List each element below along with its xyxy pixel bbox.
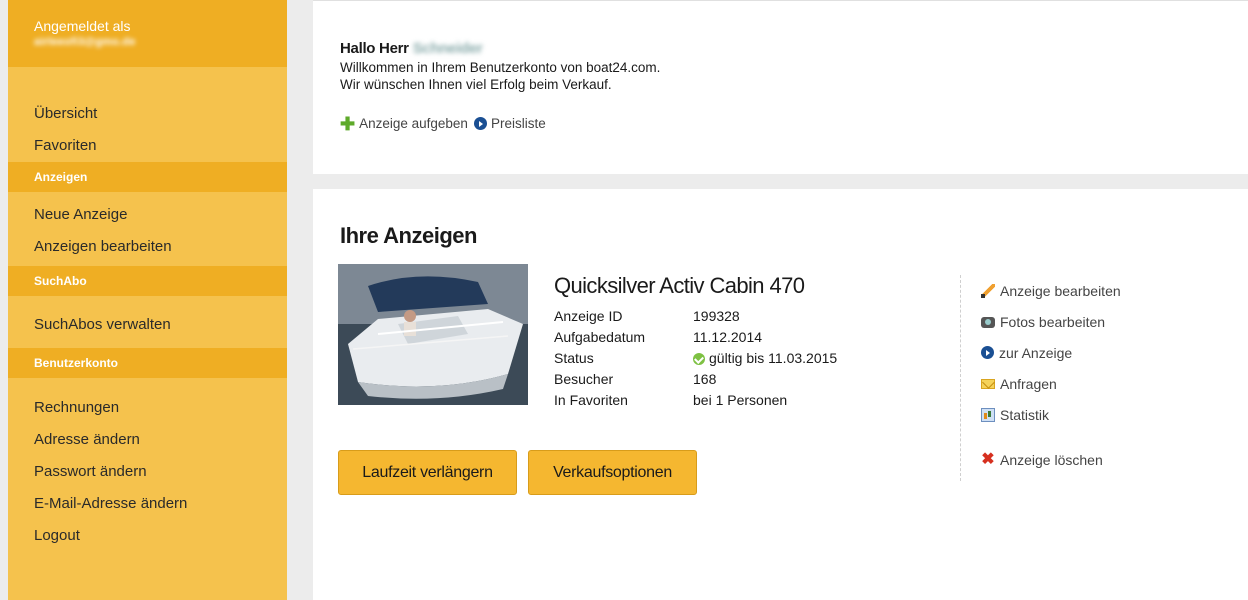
arrow-circle-icon <box>981 346 994 359</box>
greeting: Hallo Herr Schneider <box>340 40 483 57</box>
detail-value: bei 1 Personen <box>693 392 788 408</box>
detail-label: Anzeige ID <box>554 308 623 324</box>
delete-ad-action[interactable]: ✖ Anzeige löschen <box>981 444 1210 475</box>
new-ad-link-label: Anzeige aufgeben <box>359 116 468 131</box>
pricelist-link[interactable]: Preisliste <box>473 116 546 131</box>
detail-row: Aufgabedatum 11.12.2014 <box>554 327 837 348</box>
detail-value: 199328 <box>693 308 740 324</box>
sidebar-item-overview[interactable]: Übersicht <box>8 98 287 130</box>
detail-label: Status <box>554 350 594 366</box>
sidebar-item-manage-search[interactable]: SuchAbos verwalten <box>8 309 287 341</box>
logged-in-label: Angemeldet als <box>34 18 131 34</box>
user-email: airleeofi3@gmo.de <box>34 36 136 48</box>
envelope-icon <box>981 378 995 389</box>
quick-links: ✚ Anzeige aufgeben Preisliste <box>340 113 546 134</box>
pricelist-link-label: Preisliste <box>490 116 546 131</box>
sidebar-item-change-address[interactable]: Adresse ändern <box>8 424 287 456</box>
detail-row: In Favoriten bei 1 Personen <box>554 390 837 411</box>
action-spacer <box>981 430 1210 444</box>
detail-row: Status gültig bis 11.03.2015 <box>554 348 837 369</box>
sidebar-item-favorites[interactable]: Favoriten <box>8 130 287 162</box>
sidebar-section-ads: Anzeigen <box>8 162 287 192</box>
sidebar-section-search: SuchAbo <box>8 266 287 296</box>
sidebar-item-edit-ads[interactable]: Anzeigen bearbeiten <box>8 231 287 263</box>
edit-ad-label: Anzeige bearbeiten <box>1000 282 1121 299</box>
ads-panel: Ihre Anzeigen Quicksilver Activ Cabin 47… <box>313 189 1248 600</box>
requests-action[interactable]: Anfragen <box>981 368 1210 399</box>
sidebar-ads-group: Neue Anzeige Anzeigen bearbeiten <box>8 192 287 266</box>
sidebar-item-logout[interactable]: Logout <box>8 520 287 552</box>
boat-photo[interactable] <box>338 264 528 405</box>
requests-label: Anfragen <box>1000 375 1057 392</box>
welcome-panel: Hallo Herr Schneider Willkommen in Ihrem … <box>313 0 1248 174</box>
listing-details: Anzeige ID 199328 Aufgabedatum 11.12.201… <box>554 306 837 411</box>
welcome-line-2: Wir wünschen Ihnen viel Erfolg beim Verk… <box>340 77 612 92</box>
greeting-text: Hallo Herr <box>340 40 409 57</box>
detail-label: Aufgabedatum <box>554 329 646 345</box>
sidebar-item-invoices[interactable]: Rechnungen <box>8 392 287 424</box>
edit-photos-action[interactable]: Fotos bearbeiten <box>981 306 1210 337</box>
statistics-icon <box>981 407 995 422</box>
sale-options-button[interactable]: Verkaufsoptionen <box>528 450 697 495</box>
new-ad-link[interactable]: ✚ Anzeige aufgeben <box>340 113 468 134</box>
detail-label: Besucher <box>554 371 614 387</box>
detail-value-status: gültig bis 11.03.2015 <box>693 348 837 369</box>
listing-title[interactable]: Quicksilver Activ Cabin 470 <box>554 273 805 299</box>
sidebar-item-new-ad[interactable]: Neue Anzeige <box>8 199 287 231</box>
sidebar-main-group: Übersicht Favoriten <box>8 67 287 162</box>
sidebar-section-account: Benutzerkonto <box>8 348 287 378</box>
account-info: Angemeldet als airleeofi3@gmo.de <box>8 0 287 67</box>
detail-label: In Favoriten <box>554 392 628 408</box>
view-ad-action[interactable]: zur Anzeige <box>981 337 1210 368</box>
edit-photos-label: Fotos bearbeiten <box>1000 313 1106 330</box>
plus-icon: ✚ <box>340 113 356 134</box>
boat-image <box>338 264 528 405</box>
statistics-label: Statistik <box>1000 406 1050 423</box>
status-text: gültig bis 11.03.2015 <box>709 350 838 366</box>
welcome-line-1: Willkommen in Ihrem Benutzerkonto von bo… <box>340 60 661 75</box>
sidebar-item-change-password[interactable]: Passwort ändern <box>8 456 287 488</box>
user-name: Schneider <box>412 40 483 57</box>
camera-icon <box>981 317 995 328</box>
detail-value: 11.12.2014 <box>693 329 763 345</box>
sidebar-account-group: Rechnungen Adresse ändern Passwort änder… <box>8 378 287 555</box>
extend-runtime-button[interactable]: Laufzeit verlängern <box>338 450 517 495</box>
edit-ad-action[interactable]: Anzeige bearbeiten <box>981 275 1210 306</box>
sidebar: Angemeldet als airleeofi3@gmo.de Übersic… <box>8 0 287 600</box>
welcome-message: Willkommen in Ihrem Benutzerkonto von bo… <box>340 59 660 93</box>
statistics-action[interactable]: Statistik <box>981 399 1210 430</box>
detail-row: Anzeige ID 199328 <box>554 306 837 327</box>
listing-actions: Anzeige bearbeiten Fotos bearbeiten zur … <box>960 275 1210 481</box>
pencil-icon <box>981 283 995 298</box>
sidebar-item-change-email[interactable]: E-Mail-Adresse ändern <box>8 488 287 520</box>
detail-value: 168 <box>693 371 717 387</box>
view-ad-label: zur Anzeige <box>999 344 1073 361</box>
delete-x-icon: ✖ <box>981 450 995 468</box>
section-title: Ihre Anzeigen <box>340 223 477 248</box>
delete-ad-label: Anzeige löschen <box>1000 451 1103 468</box>
detail-row: Besucher 168 <box>554 369 837 390</box>
arrow-circle-icon <box>473 117 487 130</box>
check-icon <box>693 352 705 365</box>
sidebar-search-group: SuchAbos verwalten <box>8 296 287 348</box>
